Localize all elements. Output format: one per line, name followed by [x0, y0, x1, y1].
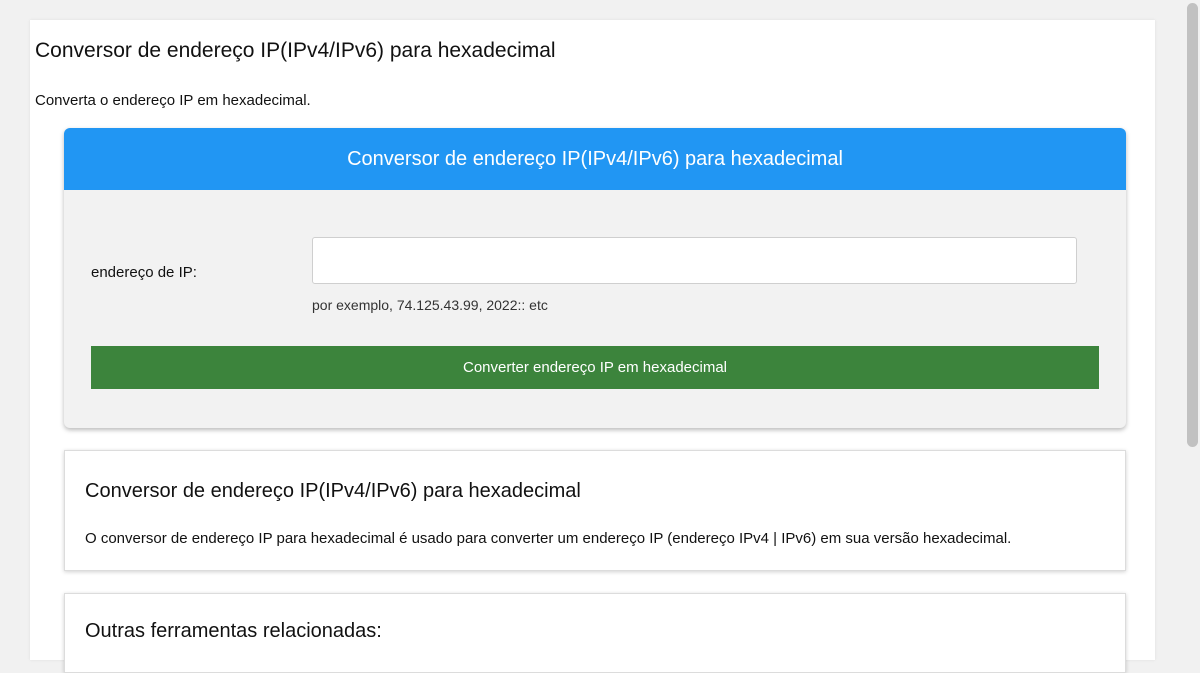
related-tools-card: Outras ferramentas relacionadas:	[64, 593, 1126, 673]
info-card: Conversor de endereço IP(IPv4/IPv6) para…	[64, 450, 1126, 571]
ip-address-hint: por exemplo, 74.125.43.99, 2022:: etc	[312, 297, 548, 313]
converter-card-header: Conversor de endereço IP(IPv4/IPv6) para…	[64, 128, 1126, 190]
page-scrollbar[interactable]	[1185, 0, 1200, 630]
ip-address-label: endereço de IP:	[91, 264, 197, 281]
info-title: Conversor de endereço IP(IPv4/IPv6) para…	[85, 480, 581, 502]
convert-button[interactable]: Converter endereço IP em hexadecimal	[91, 346, 1099, 389]
page-container: Conversor de endereço IP(IPv4/IPv6) para…	[30, 20, 1155, 673]
converter-card: Conversor de endereço IP(IPv4/IPv6) para…	[64, 128, 1126, 428]
page-subtitle: Converta o endereço IP em hexadecimal.	[35, 92, 311, 109]
scrollbar-thumb[interactable]	[1187, 3, 1198, 447]
page-title: Conversor de endereço IP(IPv4/IPv6) para…	[35, 39, 556, 62]
info-description: O conversor de endereço IP para hexadeci…	[85, 530, 1012, 547]
related-tools-title: Outras ferramentas relacionadas:	[85, 620, 382, 642]
ip-address-input[interactable]	[312, 237, 1077, 284]
